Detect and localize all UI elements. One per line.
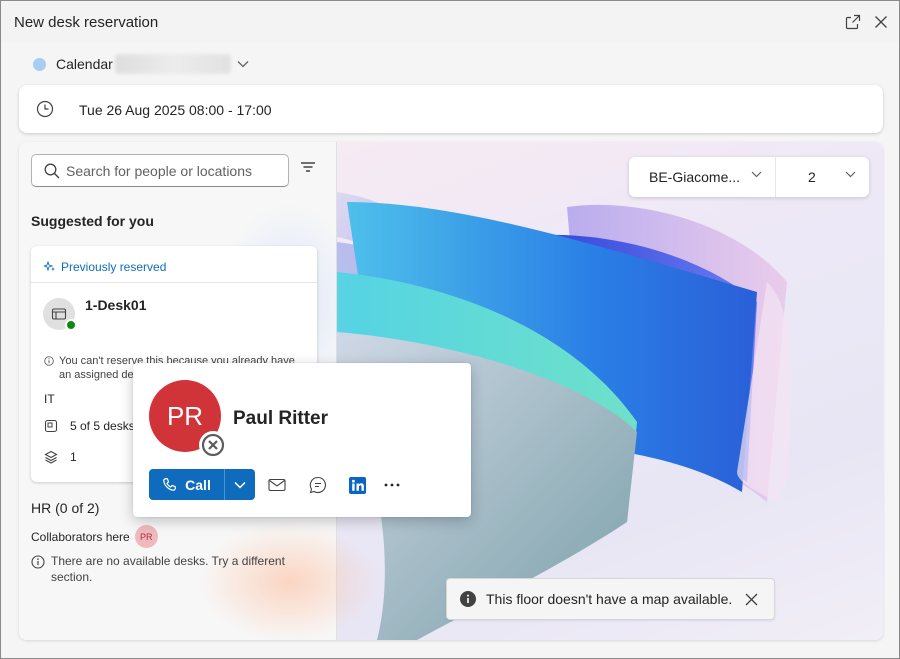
floor-value: 2 <box>808 169 816 185</box>
chevron-down-icon <box>234 481 246 489</box>
call-split-button: Call <box>149 469 255 500</box>
filter-button[interactable] <box>299 160 321 180</box>
close-window-button[interactable] <box>870 11 892 33</box>
floor-dropdown[interactable]: 2 <box>776 157 869 197</box>
desk-department: IT <box>44 392 55 406</box>
reservation-time-field[interactable]: Tue 26 Aug 2025 08:00 - 17:00 <box>19 85 883 133</box>
floor-row: 1 <box>44 450 77 464</box>
info-icon <box>31 555 45 569</box>
linkedin-icon <box>348 476 366 494</box>
floor-number: 1 <box>70 450 77 464</box>
collaborators-label: Collaborators here <box>31 529 130 544</box>
presence-offline-icon <box>199 431 227 459</box>
close-icon[interactable] <box>745 593 758 606</box>
desk-count-row: 5 of 5 desks <box>44 419 135 433</box>
hr-section-title: HR (0 of 2) <box>31 500 100 516</box>
pop-out-button[interactable] <box>842 11 864 33</box>
title-bar: New desk reservation <box>1 1 899 43</box>
phone-icon <box>163 477 177 491</box>
call-label: Call <box>185 476 211 493</box>
search-icon <box>44 163 60 179</box>
email-button[interactable] <box>267 475 287 495</box>
filter-icon <box>301 162 315 172</box>
desk-avatar <box>43 298 77 331</box>
info-icon <box>44 356 54 366</box>
calendar-color-dot <box>33 57 46 71</box>
building-value: BE-Giacome... <box>649 169 741 185</box>
sparkle-icon <box>44 261 55 272</box>
clock-icon <box>36 100 54 118</box>
no-map-toast: This floor doesn't have a map available. <box>446 578 775 620</box>
reservation-window: New desk reservation Calendar Tue 26 Aug… <box>0 0 900 659</box>
desk-icon <box>51 308 67 320</box>
desk-name: 1-Desk01 <box>85 297 147 313</box>
hr-no-desks-note: There are no available desks. Try a diff… <box>31 553 301 585</box>
reservation-time-text: Tue 26 Aug 2025 08:00 - 17:00 <box>79 102 272 118</box>
previously-reserved-label: Previously reserved <box>61 260 167 274</box>
desk-count-text: 5 of 5 desks <box>70 419 135 433</box>
collaborator-avatar[interactable]: PR <box>134 525 158 548</box>
chevron-down-icon <box>845 171 856 178</box>
close-icon <box>875 16 887 28</box>
linkedin-button[interactable] <box>347 475 367 495</box>
mail-icon <box>268 478 286 492</box>
call-options-button[interactable] <box>225 469 255 500</box>
calendar-label: Calendar <box>56 56 113 72</box>
location-selector-group: BE-Giacome... 2 <box>629 157 869 197</box>
chat-button[interactable] <box>308 475 328 495</box>
chevron-down-icon <box>237 61 249 68</box>
suggested-heading: Suggested for you <box>31 213 154 229</box>
more-options-button[interactable] <box>382 475 402 495</box>
previously-reserved-tag: Previously reserved <box>44 260 166 274</box>
chat-icon <box>309 476 326 494</box>
calendar-account-redacted <box>114 54 231 74</box>
desk-count-icon <box>44 419 58 433</box>
contact-card-popup: PR Paul Ritter Call <box>133 363 471 517</box>
call-button[interactable]: Call <box>149 469 224 500</box>
window-title: New desk reservation <box>14 14 159 31</box>
toast-message: This floor doesn't have a map available. <box>486 591 733 607</box>
hr-note-text: There are no available desks. Try a diff… <box>51 554 285 584</box>
pop-out-icon <box>845 14 861 30</box>
layers-icon <box>44 450 58 464</box>
search-box[interactable] <box>31 154 289 187</box>
building-dropdown[interactable]: BE-Giacome... <box>629 157 776 197</box>
more-icon <box>384 483 400 487</box>
collaborators-row: Collaborators here PR <box>31 525 158 548</box>
available-check-icon <box>65 319 77 331</box>
calendar-selector[interactable]: Calendar <box>33 53 249 75</box>
info-filled-icon <box>460 591 476 607</box>
chevron-down-icon <box>751 171 762 178</box>
contact-name: Paul Ritter <box>233 408 329 429</box>
card-divider <box>31 282 317 283</box>
search-input[interactable] <box>66 160 281 182</box>
